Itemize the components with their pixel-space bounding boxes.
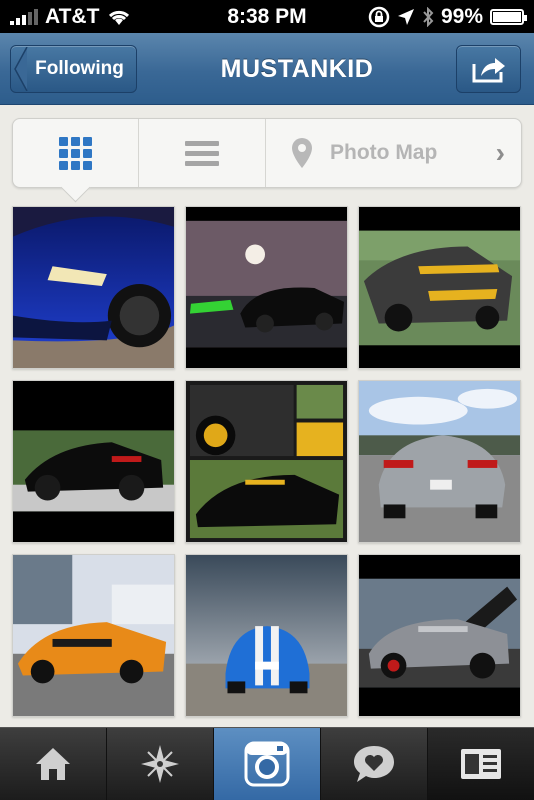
battery-icon xyxy=(490,8,527,25)
photo-grid xyxy=(12,206,522,717)
photo-black-mustang-side[interactable] xyxy=(12,380,175,543)
back-button-following[interactable]: Following xyxy=(10,45,137,93)
photo-gray-mustang-track[interactable] xyxy=(358,206,521,369)
list-icon xyxy=(185,140,219,166)
back-chevron-icon xyxy=(11,46,31,92)
tab-home[interactable] xyxy=(0,728,107,800)
battery-percent: 99% xyxy=(440,4,483,28)
share-icon xyxy=(472,58,505,83)
back-button-label: Following xyxy=(35,58,124,79)
page-title: MUSTANKID xyxy=(220,54,374,83)
orientation-lock-icon xyxy=(368,6,390,27)
activity-icon xyxy=(354,746,394,782)
map-pin-icon xyxy=(292,138,312,168)
explore-icon xyxy=(141,745,179,783)
grid-view-button[interactable] xyxy=(13,119,139,187)
tab-explore[interactable] xyxy=(107,728,214,800)
list-view-button[interactable] xyxy=(139,119,266,187)
camera-icon xyxy=(244,741,290,787)
home-icon xyxy=(36,748,70,780)
profile-icon xyxy=(461,749,501,779)
photo-black-mustang-night[interactable] xyxy=(185,206,348,369)
wifi-icon xyxy=(109,10,130,25)
signal-strength-icon xyxy=(10,8,38,25)
photo-silver-shelby-hood-open[interactable] xyxy=(358,554,521,717)
share-button[interactable] xyxy=(456,45,521,93)
location-arrow-icon xyxy=(397,8,414,25)
photo-map-label: Photo Map xyxy=(330,141,438,164)
view-mode-switcher: Photo Map › xyxy=(12,118,522,188)
photo-map-button[interactable]: Photo Map › xyxy=(266,119,521,187)
tab-activity[interactable] xyxy=(321,728,428,800)
grid-icon xyxy=(59,136,92,170)
photo-blue-mustang-closeup[interactable] xyxy=(12,206,175,369)
chevron-right-icon: › xyxy=(495,137,505,168)
status-bar: AT&T 8:38 PM 99% xyxy=(0,0,534,33)
tab-camera[interactable] xyxy=(214,728,321,800)
photo-blue-shelby-front[interactable] xyxy=(185,554,348,717)
photo-black-yellow-collage[interactable] xyxy=(185,380,348,543)
tab-bar xyxy=(0,727,534,800)
carrier-label: AT&T xyxy=(45,4,100,28)
photo-orange-mustang-event[interactable] xyxy=(12,554,175,717)
tab-profile[interactable] xyxy=(428,728,534,800)
bluetooth-icon xyxy=(423,6,434,27)
navigation-bar: Following MUSTANKID xyxy=(0,33,534,105)
photo-silver-mustang-rear[interactable] xyxy=(358,380,521,543)
